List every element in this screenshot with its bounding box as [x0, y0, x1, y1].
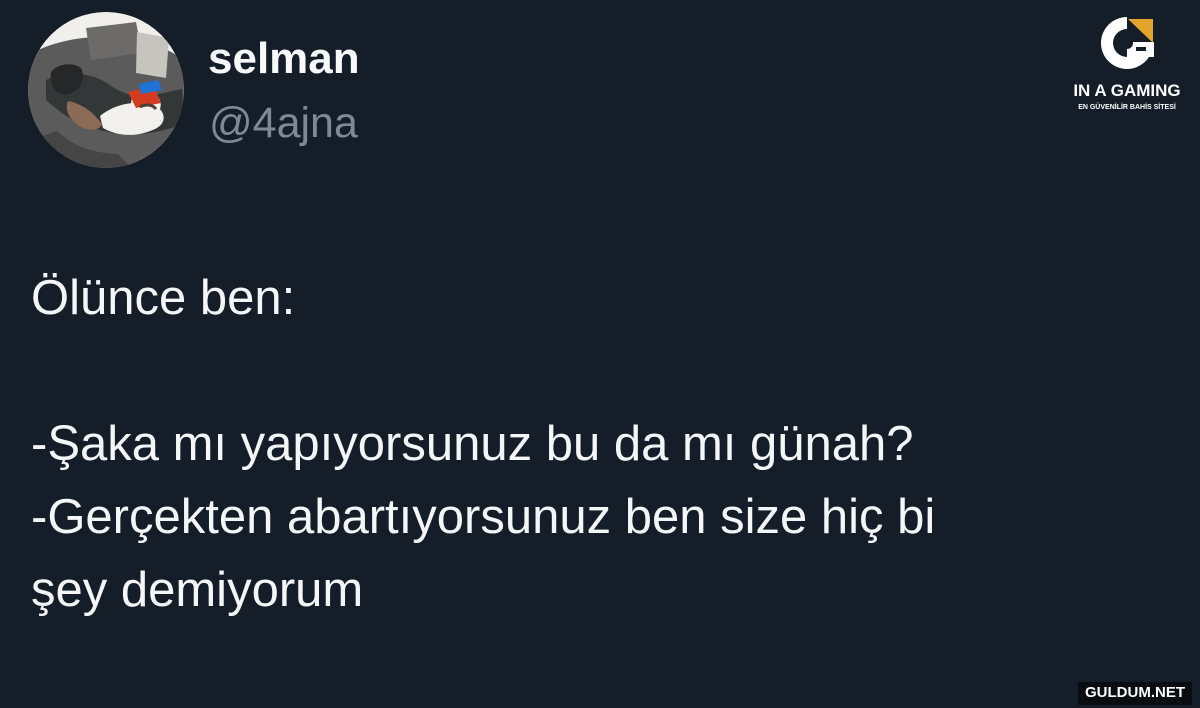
- sponsor-name: IN A GAMING: [1073, 81, 1181, 100]
- sponsor-tagline: EN GÜVENİLİR BAHİS SİTESİ: [1078, 104, 1176, 111]
- watermark: GULDUM.NET: [1078, 682, 1192, 705]
- profile-avatar[interactable]: [28, 12, 184, 168]
- author-display-name[interactable]: selman: [208, 34, 360, 84]
- g-logo-icon: [1101, 17, 1154, 69]
- sponsor-logo: IN A GAMING EN GÜVENİLİR BAHİS SİTESİ: [1064, 12, 1190, 122]
- tweet-card: selman @4ajna Ölünce ben: -Şaka mı yapıy…: [0, 0, 1200, 708]
- tweet-text: Ölünce ben: -Şaka mı yapıyorsunuz bu da …: [31, 271, 936, 617]
- author-handle[interactable]: @4ajna: [209, 99, 358, 148]
